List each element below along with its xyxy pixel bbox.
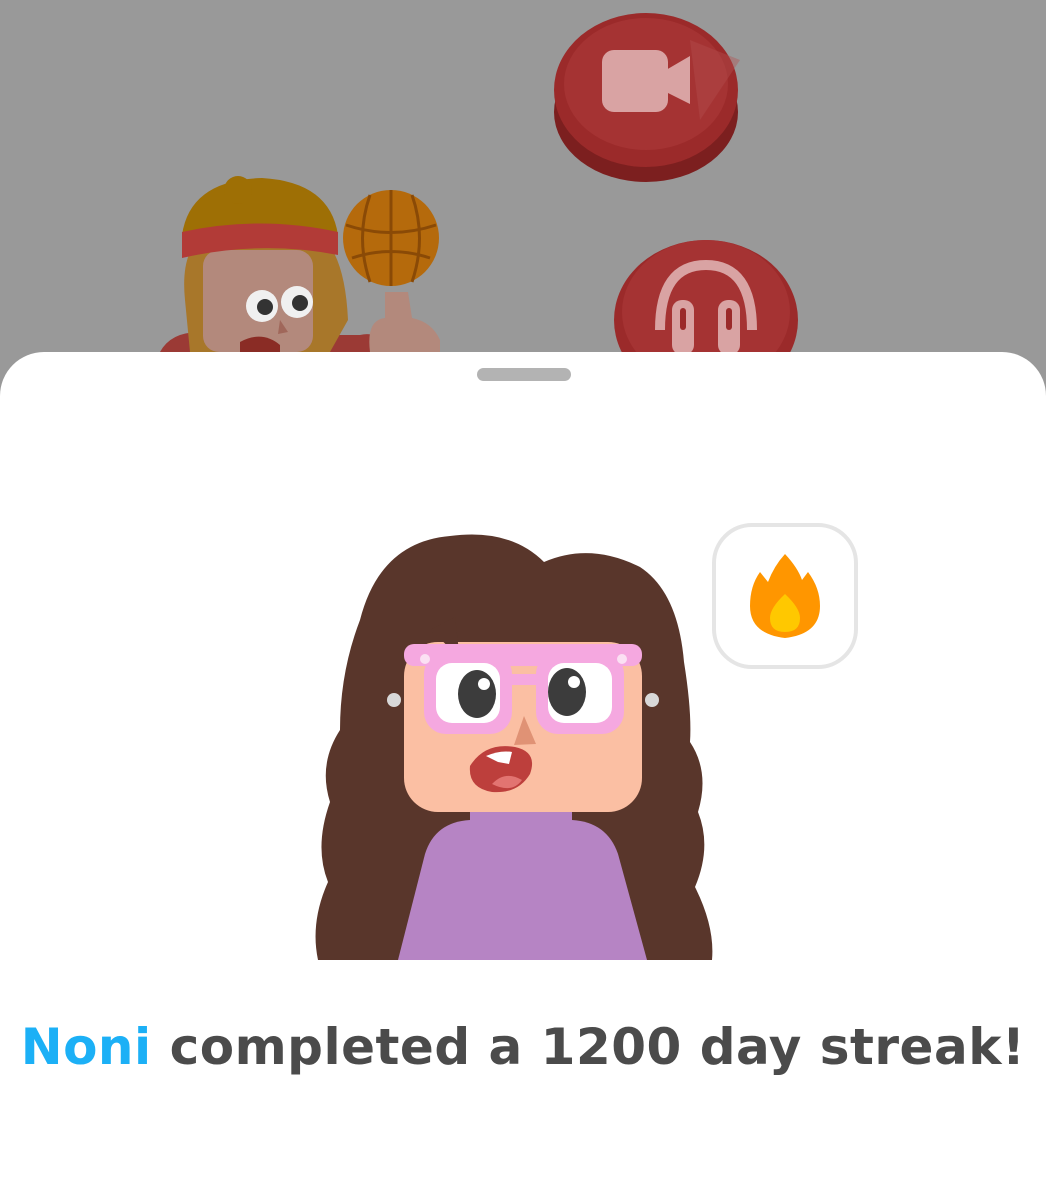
fire-icon xyxy=(750,554,820,638)
audio-lesson-button[interactable] xyxy=(614,240,798,360)
video-call-button[interactable] xyxy=(554,13,740,182)
streak-sheet: Noni completed a 1200 day streak! xyxy=(0,352,1046,1200)
streak-text: completed a 1200 day streak! xyxy=(151,1018,1026,1076)
background-scene xyxy=(160,13,798,360)
streak-message: Noni completed a 1200 day streak! xyxy=(0,1018,1046,1076)
drag-handle[interactable] xyxy=(477,368,571,381)
basketball-character xyxy=(160,176,440,352)
background-overlay[interactable] xyxy=(0,0,1046,360)
friend-avatar xyxy=(315,534,713,960)
streak-bubble xyxy=(712,523,858,669)
friend-name[interactable]: Noni xyxy=(21,1018,152,1076)
